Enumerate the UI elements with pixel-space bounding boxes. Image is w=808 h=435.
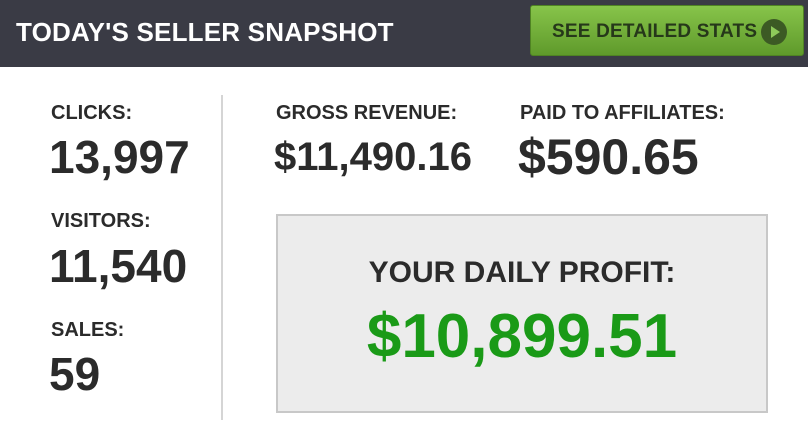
- vertical-divider: [221, 95, 223, 420]
- play-circle-icon: [761, 19, 787, 45]
- daily-profit-label: YOUR DAILY PROFIT:: [368, 256, 676, 289]
- page-title: TODAY'S SELLER SNAPSHOT: [16, 17, 394, 47]
- gross-revenue-label: GROSS REVENUE:: [276, 102, 458, 124]
- clicks-label: CLICKS:: [51, 102, 133, 124]
- daily-profit-panel: YOUR DAILY PROFIT: $10,899.51: [276, 214, 768, 413]
- visitors-label: VISITORS:: [51, 210, 151, 232]
- daily-profit-value: $10,899.51: [366, 302, 678, 371]
- clicks-value: 13,997: [49, 131, 190, 183]
- sales-value: 59: [49, 348, 101, 400]
- see-detailed-stats-label: SEE DETAILED STATS: [552, 21, 758, 42]
- header-bar: TODAY'S SELLER SNAPSHOT SEE DETAILED STA…: [0, 0, 808, 67]
- see-detailed-stats-button[interactable]: SEE DETAILED STATS: [530, 5, 804, 56]
- paid-to-affiliates-label: PAID TO AFFILIATES:: [520, 102, 725, 124]
- visitors-value: 11,540: [49, 240, 188, 292]
- gross-revenue-value: $11,490.16: [274, 135, 472, 179]
- sales-label: SALES:: [51, 319, 125, 341]
- paid-to-affiliates-value: $590.65: [518, 129, 699, 185]
